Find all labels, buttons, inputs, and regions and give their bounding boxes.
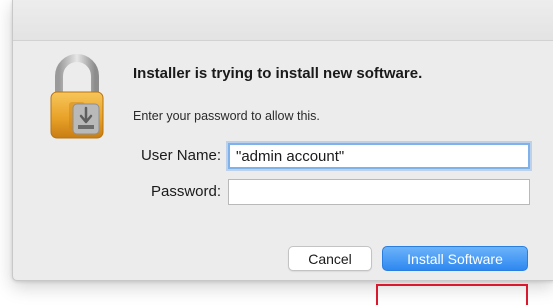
username-label: User Name:	[140, 147, 221, 164]
username-field[interactable]	[228, 143, 530, 169]
install-software-button[interactable]: Install Software	[382, 246, 528, 271]
cancel-button[interactable]: Cancel	[288, 246, 372, 271]
dialog-subtext: Enter your password to allow this.	[133, 109, 320, 123]
dialog-headline: Installer is trying to install new softw…	[133, 65, 423, 82]
authentication-dialog: Installer is trying to install new softw…	[12, 0, 553, 281]
lock-icon	[50, 54, 104, 139]
password-field[interactable]	[228, 179, 530, 205]
password-label: Password:	[150, 183, 221, 200]
dialog-titlebar	[13, 0, 553, 41]
screen: Installer is trying to install new softw…	[0, 0, 553, 305]
highlight-box	[376, 284, 528, 305]
